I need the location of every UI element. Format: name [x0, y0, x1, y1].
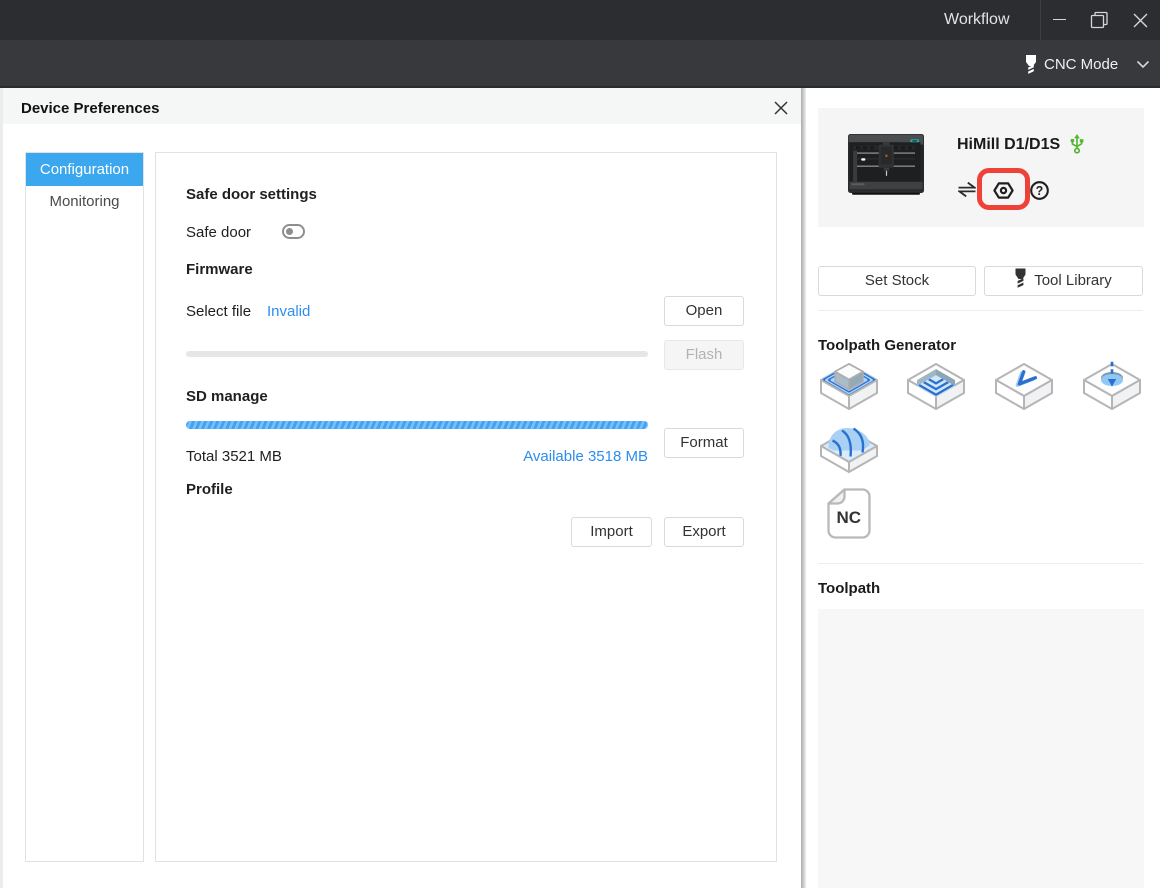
svg-text:?: ?	[1036, 184, 1044, 198]
svg-text:NC: NC	[837, 508, 862, 527]
